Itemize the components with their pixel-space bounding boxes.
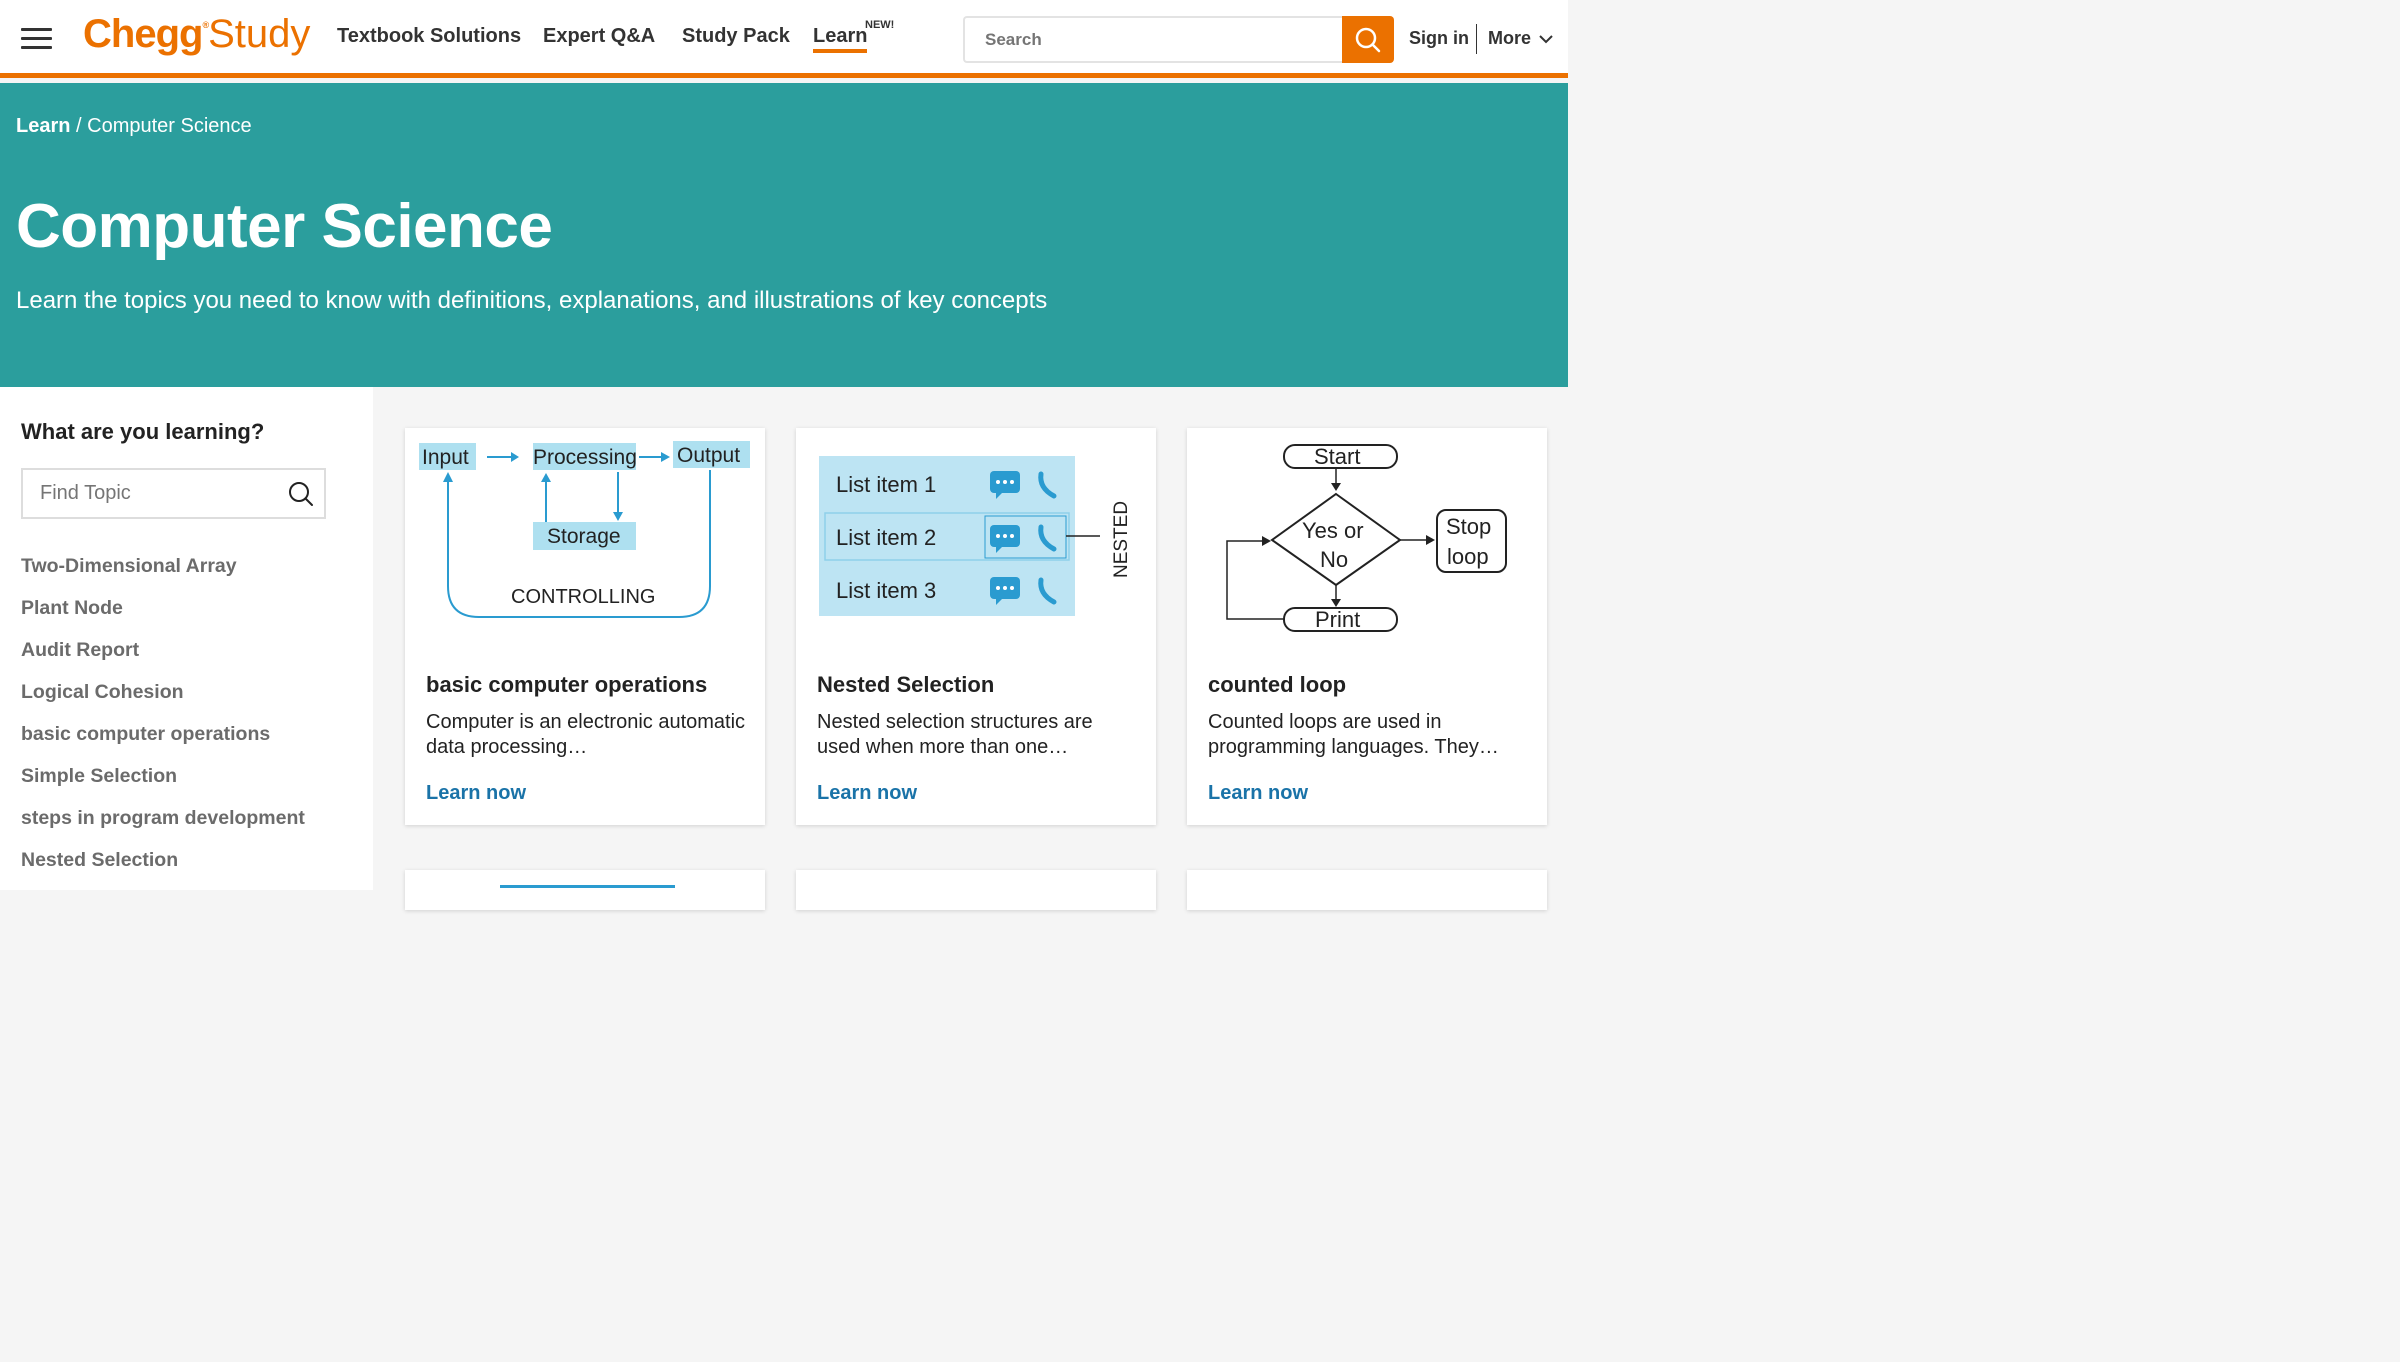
nav-learn-label: Learn (813, 25, 868, 53)
svg-text:NESTED: NESTED (1111, 501, 1132, 578)
svg-text:Processing: Processing (533, 446, 637, 469)
breadcrumb-learn[interactable]: Learn (16, 115, 70, 137)
topic-card-partial[interactable] (796, 870, 1156, 910)
new-badge: NEW! (865, 19, 895, 31)
card-description: Nested selection structures are used whe… (817, 711, 1093, 758)
card-description: Counted loops are used in programming la… (1208, 711, 1499, 758)
card-title: basic computer operations (426, 672, 708, 697)
search-icon (1355, 27, 1381, 52)
search-input[interactable] (963, 16, 1343, 63)
topic-item[interactable]: Logical Cohesion (21, 681, 305, 723)
svg-text:Stop: Stop (1446, 514, 1491, 539)
page-title: Computer Science (16, 192, 553, 261)
topic-item[interactable]: steps in program development (21, 807, 305, 849)
svg-text:loop: loop (1447, 544, 1489, 569)
counted-loop-flowchart: Start Yes or No Stop loop Print (1226, 444, 1507, 632)
nested-selection-illustration: List item 1 List item 2 List item 3 NEST… (819, 456, 1132, 616)
nav-expert-qa[interactable]: Expert Q&A (543, 25, 655, 48)
svg-text:List item 2: List item 2 (836, 525, 936, 550)
learn-now-link[interactable]: Learn now (1208, 782, 1308, 805)
sidebar-heading: What are you learning? (21, 419, 265, 444)
hero-banner: Learn / Computer Science Computer Scienc… (0, 83, 1568, 387)
svg-text:List item 3: List item 3 (836, 578, 936, 603)
topic-item[interactable]: Two-Dimensional Array (21, 555, 305, 597)
chegg-study-logo[interactable]: Chegg®Study (83, 12, 310, 57)
topic-item[interactable]: Plant Node (21, 597, 305, 639)
topic-card-partial[interactable] (1187, 870, 1547, 910)
svg-text:Yes or: Yes or (1302, 518, 1364, 543)
sign-in-link[interactable]: Sign in (1409, 28, 1469, 49)
more-menu[interactable]: More (1488, 28, 1553, 49)
svg-text:CONTROLLING: CONTROLLING (511, 586, 655, 608)
topic-card[interactable]: List item 1 List item 2 List item 3 NEST… (796, 428, 1156, 825)
topic-card-partial[interactable] (405, 870, 765, 910)
search-icon[interactable] (288, 481, 314, 507)
svg-text:List item 1: List item 1 (836, 472, 936, 497)
topic-card[interactable]: Start Yes or No Stop loop Print counted … (1187, 428, 1547, 825)
topic-item[interactable]: basic computer operations (21, 723, 305, 765)
svg-text:Input: Input (422, 446, 469, 469)
svg-text:Output: Output (677, 444, 740, 467)
breadcrumb-separator: / (76, 115, 82, 137)
card-title: Nested Selection (817, 672, 995, 697)
site-header: Chegg®Study Textbook Solutions Expert Q&… (0, 0, 1568, 78)
topic-sidebar: What are you learning? Two-Dimensional A… (0, 387, 373, 890)
computer-operations-illustration: Input Processing Output Storage CONTROLL… (419, 441, 750, 618)
topic-list: Two-Dimensional Array Plant Node Audit R… (21, 555, 305, 891)
breadcrumb-current: Computer Science (87, 115, 252, 137)
header-divider (1476, 24, 1477, 54)
svg-text:Print: Print (1315, 607, 1360, 632)
nav-learn[interactable]: Learn NEW! (813, 19, 897, 53)
card-description: Computer is an electronic automatic data… (426, 711, 746, 758)
learn-now-link[interactable]: Learn now (426, 782, 526, 805)
nav-textbook-solutions[interactable]: Textbook Solutions (337, 25, 521, 48)
learn-now-link[interactable]: Learn now (817, 782, 917, 805)
card-title: counted loop (1208, 672, 1347, 697)
svg-text:No: No (1320, 547, 1348, 572)
topic-card[interactable]: Input Processing Output Storage CONTROLL… (405, 428, 765, 825)
nav-study-pack[interactable]: Study Pack (682, 25, 790, 48)
page-subtitle: Learn the topics you need to know with d… (16, 287, 1048, 314)
hamburger-menu-icon[interactable] (21, 28, 52, 50)
chevron-down-icon (1539, 34, 1553, 43)
card-illustration-accent (500, 885, 675, 888)
svg-text:Storage: Storage (547, 525, 621, 548)
topic-item[interactable]: Simple Selection (21, 765, 305, 807)
search-button[interactable] (1342, 16, 1394, 63)
more-label: More (1488, 28, 1532, 48)
breadcrumb: Learn / Computer Science (16, 115, 252, 138)
find-topic-input[interactable] (21, 468, 326, 519)
topic-item[interactable]: Audit Report (21, 639, 305, 681)
topic-item[interactable]: Nested Selection (21, 849, 305, 891)
svg-text:Start: Start (1314, 444, 1360, 469)
